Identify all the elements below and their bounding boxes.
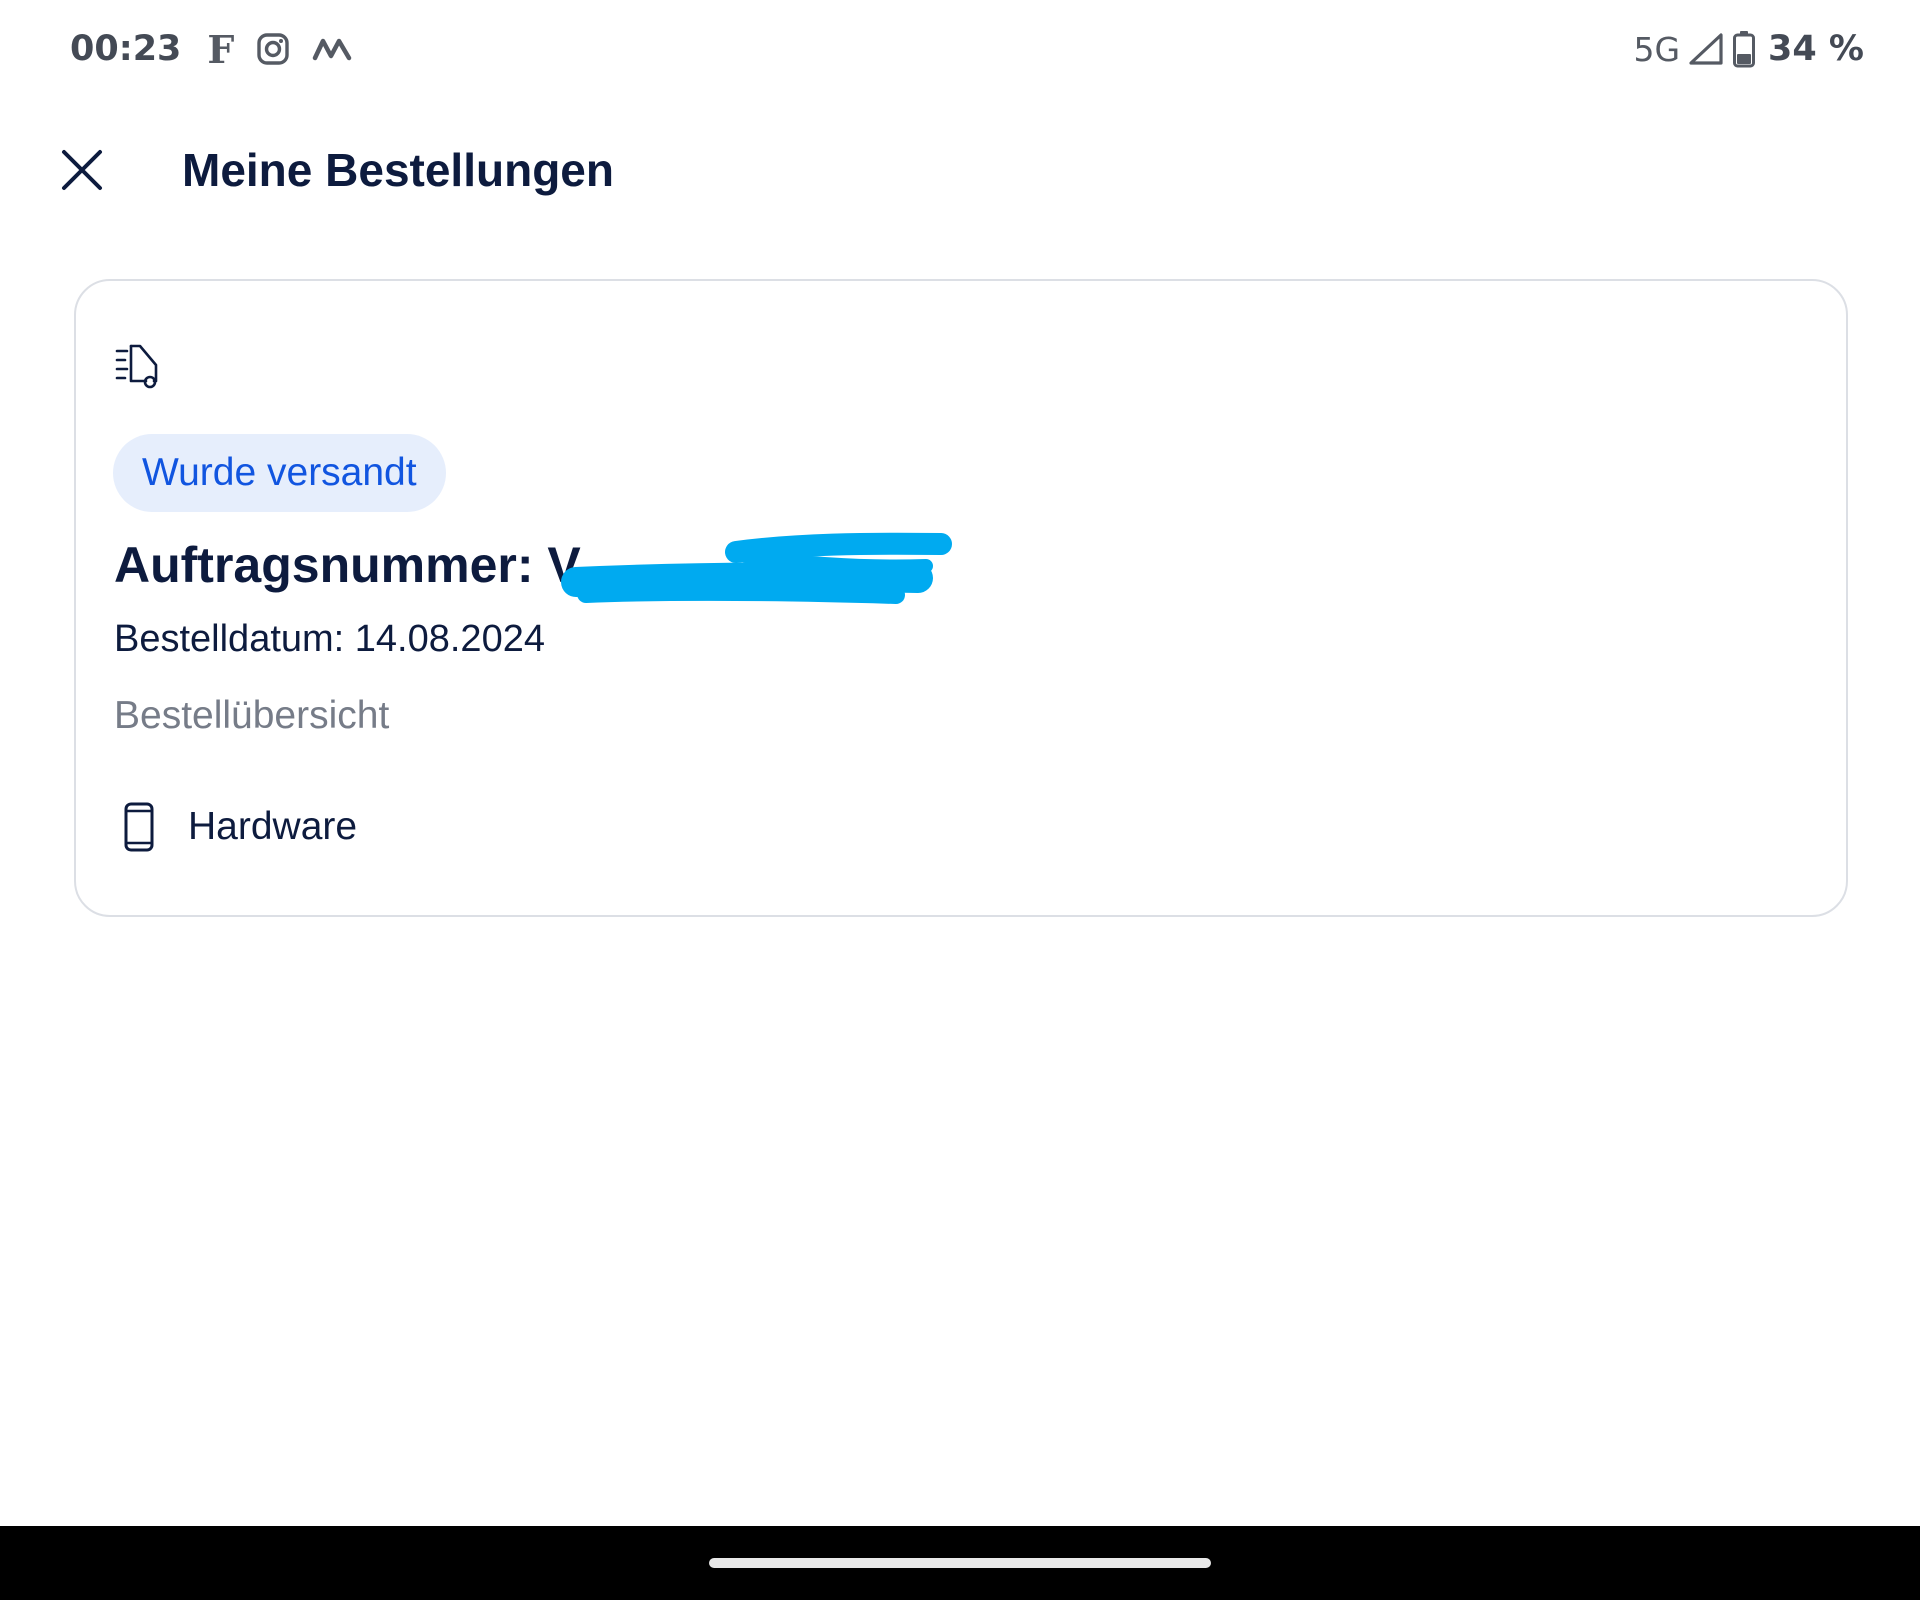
redaction-scribble bbox=[561, 532, 952, 604]
screen: 00:23 F 5G 34 % Meine Bestellungen Wurde… bbox=[0, 0, 1920, 1600]
status-bar-left: 00:23 F bbox=[70, 24, 352, 74]
battery-icon bbox=[1732, 30, 1756, 68]
instagram-icon bbox=[256, 32, 290, 66]
order-card[interactable]: Wurde versandt Auftragsnummer: V Bestell… bbox=[74, 279, 1848, 917]
order-item-label: Hardware bbox=[188, 805, 358, 848]
order-date: Bestelldatum: 14.08.2024 bbox=[114, 618, 545, 660]
status-bar: 00:23 F 5G 34 % bbox=[0, 0, 1920, 100]
navigation-bar bbox=[0, 1526, 1920, 1600]
close-icon bbox=[62, 150, 102, 190]
status-time: 00:23 bbox=[70, 29, 182, 69]
m-app-icon bbox=[312, 34, 352, 64]
network-type: 5G bbox=[1633, 29, 1681, 69]
status-bar-right: 5G 34 % bbox=[1633, 24, 1864, 74]
page-title: Meine Bestellungen bbox=[182, 144, 614, 196]
status-badge: Wurde versandt bbox=[113, 434, 446, 512]
smartphone-icon bbox=[114, 799, 164, 855]
order-number: Auftragsnummer: V bbox=[114, 537, 581, 593]
close-button[interactable] bbox=[52, 140, 112, 200]
home-gesture-handle[interactable] bbox=[709, 1558, 1211, 1568]
delivery-truck-icon bbox=[114, 341, 166, 393]
facebook-f-icon: F bbox=[207, 26, 235, 72]
app-bar: Meine Bestellungen bbox=[0, 120, 1920, 220]
signal-icon bbox=[1688, 32, 1724, 66]
battery-percent: 34 % bbox=[1768, 29, 1864, 69]
order-overview-link[interactable]: Bestellübersicht bbox=[114, 693, 389, 739]
order-item-hardware[interactable]: Hardware bbox=[114, 799, 357, 855]
